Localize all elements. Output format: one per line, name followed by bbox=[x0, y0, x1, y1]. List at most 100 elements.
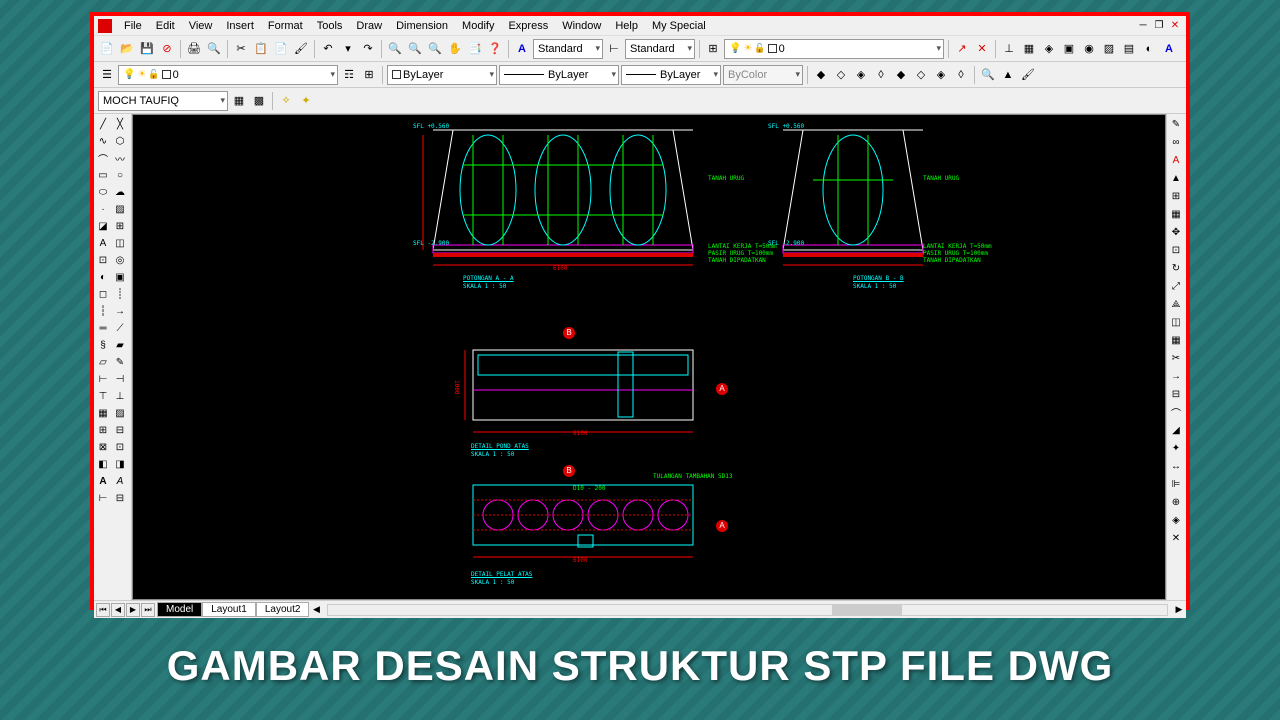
rt-scale-icon[interactable]: ⤢ bbox=[1168, 278, 1184, 294]
xline-icon[interactable]: ╳ bbox=[112, 116, 128, 132]
zoom-realtime-icon[interactable]: 🔍 bbox=[386, 40, 404, 58]
layer-prev-icon[interactable]: ☶ bbox=[340, 66, 358, 84]
rt-copy-icon[interactable]: ⊡ bbox=[1168, 242, 1184, 258]
save-icon[interactable]: 💾 bbox=[138, 40, 156, 58]
menu-window[interactable]: Window bbox=[556, 18, 607, 34]
close-file-icon[interactable]: ⊘ bbox=[158, 40, 176, 58]
arc-icon[interactable]: ⌒ bbox=[95, 150, 111, 166]
tool4-icon[interactable]: ▣ bbox=[1060, 40, 1078, 58]
menu-help[interactable]: Help bbox=[609, 18, 644, 34]
tool3-icon[interactable]: ◈ bbox=[1040, 40, 1058, 58]
minimize-icon[interactable]: ─ bbox=[1136, 20, 1150, 31]
dt3-icon[interactable]: ⊤ bbox=[95, 388, 111, 404]
menu-dimension[interactable]: Dimension bbox=[390, 18, 454, 34]
dimstyle-icon[interactable]: ⊢ bbox=[605, 40, 623, 58]
donut-icon[interactable]: ◎ bbox=[112, 252, 128, 268]
menu-edit[interactable]: Edit bbox=[150, 18, 181, 34]
rt-pedit-icon[interactable]: ◈ bbox=[1168, 512, 1184, 528]
text-icon[interactable]: A bbox=[95, 473, 111, 489]
pan-icon[interactable]: ✋ bbox=[446, 40, 464, 58]
lt4-icon[interactable]: ◊ bbox=[872, 66, 890, 84]
menu-file[interactable]: File bbox=[118, 18, 148, 34]
menu-tools[interactable]: Tools bbox=[311, 18, 349, 34]
undo-dropdown-icon[interactable]: ▾ bbox=[339, 40, 357, 58]
undo-icon[interactable]: ↶ bbox=[319, 40, 337, 58]
rt-text-icon[interactable]: A bbox=[1168, 152, 1184, 168]
rt-align-icon[interactable]: ⊫ bbox=[1168, 476, 1184, 492]
dt11-icon[interactable]: ◧ bbox=[95, 456, 111, 472]
match-icon[interactable]: 🖌 bbox=[292, 40, 310, 58]
menu-format[interactable]: Format bbox=[262, 18, 309, 34]
print-icon[interactable]: 🖨 bbox=[185, 40, 203, 58]
rt-mirror-icon[interactable]: ⟁ bbox=[1168, 296, 1184, 312]
circle-icon[interactable]: ○ bbox=[112, 167, 128, 183]
dim1-icon[interactable]: ▦ bbox=[230, 92, 248, 110]
redo-icon[interactable]: ↷ bbox=[359, 40, 377, 58]
trace-icon[interactable]: ▱ bbox=[95, 354, 111, 370]
rt-grid-icon[interactable]: ⊞ bbox=[1168, 188, 1184, 204]
menu-insert[interactable]: Insert bbox=[220, 18, 260, 34]
layer-manager-icon[interactable]: ☰ bbox=[98, 66, 116, 84]
menu-myspecial[interactable]: My Special bbox=[646, 18, 712, 34]
textstyle-dropdown[interactable]: Standard bbox=[533, 39, 603, 59]
tab-last-icon[interactable]: ⏭ bbox=[141, 603, 155, 617]
rt-move-icon[interactable]: ✥ bbox=[1168, 224, 1184, 240]
maximize-icon[interactable]: ❐ bbox=[1152, 20, 1166, 31]
lineweight-dropdown[interactable]: ByLayer bbox=[621, 65, 721, 85]
mline-icon[interactable]: ═ bbox=[95, 320, 111, 336]
tool7-icon[interactable]: ▤ bbox=[1120, 40, 1138, 58]
rt-chamfer-icon[interactable]: ◢ bbox=[1168, 422, 1184, 438]
rt-hatch-icon[interactable]: ▦ bbox=[1168, 206, 1184, 222]
dt12-icon[interactable]: ◨ bbox=[112, 456, 128, 472]
dt4-icon[interactable]: ⊥ bbox=[112, 388, 128, 404]
dt14-icon[interactable]: ⊟ bbox=[112, 490, 128, 506]
hatch-icon[interactable]: ▨ bbox=[112, 201, 128, 217]
layer-dropdown[interactable]: 💡☀🔓 0 bbox=[118, 65, 338, 85]
horizontal-scrollbar[interactable] bbox=[327, 604, 1168, 616]
paste-icon[interactable]: 📄 bbox=[272, 40, 290, 58]
measure-icon[interactable]: ┆ bbox=[95, 303, 111, 319]
tab-next-icon[interactable]: ▶ bbox=[126, 603, 140, 617]
drawing-viewport[interactable]: SFL +0.560 SFL -2.900 6100 TANAH URUG LA… bbox=[132, 114, 1166, 600]
textstyle-icon[interactable]: A bbox=[513, 40, 531, 58]
divide-icon[interactable]: ┊ bbox=[112, 286, 128, 302]
rt-link-icon[interactable]: ∞ bbox=[1168, 134, 1184, 150]
rectangle-icon[interactable]: ▭ bbox=[95, 167, 111, 183]
insert-icon[interactable]: ⊡ bbox=[95, 252, 111, 268]
rt-array-icon[interactable]: ▦ bbox=[1168, 332, 1184, 348]
lt10-icon[interactable]: ▲ bbox=[999, 66, 1017, 84]
tool2-icon[interactable]: ▦ bbox=[1020, 40, 1038, 58]
linetype-dropdown[interactable]: ByLayer bbox=[499, 65, 619, 85]
lt2-icon[interactable]: ◇ bbox=[832, 66, 850, 84]
dt10-icon[interactable]: ⊡ bbox=[112, 439, 128, 455]
dim2-icon[interactable]: ▩ bbox=[250, 92, 268, 110]
text2-icon[interactable]: A bbox=[112, 473, 128, 489]
rt-fillet-icon[interactable]: ⌒ bbox=[1168, 404, 1184, 420]
tool9-icon[interactable]: A bbox=[1160, 40, 1178, 58]
menu-view[interactable]: View bbox=[183, 18, 219, 34]
helix-icon[interactable]: § bbox=[95, 337, 111, 353]
color-dropdown[interactable]: ByLayer bbox=[387, 65, 497, 85]
rt-rotate-icon[interactable]: ↻ bbox=[1168, 260, 1184, 276]
erase-icon[interactable]: ✕ bbox=[973, 40, 991, 58]
tool5-icon[interactable]: ◉ bbox=[1080, 40, 1098, 58]
dt5-icon[interactable]: ▦ bbox=[95, 405, 111, 421]
boundary-icon[interactable]: ▣ bbox=[112, 269, 128, 285]
dim4-icon[interactable]: ✦ bbox=[297, 92, 315, 110]
tab-first-icon[interactable]: ⏮ bbox=[96, 603, 110, 617]
rt-tri-icon[interactable]: ▲ bbox=[1168, 170, 1184, 186]
point-icon[interactable]: · bbox=[95, 201, 111, 217]
plotstyle-dropdown[interactable]: ByColor bbox=[723, 65, 803, 85]
lt1-icon[interactable]: ◆ bbox=[812, 66, 830, 84]
lt6-icon[interactable]: ◇ bbox=[912, 66, 930, 84]
lt3-icon[interactable]: ◈ bbox=[852, 66, 870, 84]
solid-icon[interactable]: ▰ bbox=[112, 337, 128, 353]
revcloud-icon[interactable]: ☁ bbox=[112, 184, 128, 200]
lt8-icon[interactable]: ◊ bbox=[952, 66, 970, 84]
gradient-icon[interactable]: ◐ bbox=[95, 269, 111, 285]
spline-icon[interactable]: 〰 bbox=[112, 150, 128, 166]
menu-modify[interactable]: Modify bbox=[456, 18, 500, 34]
dt9-icon[interactable]: ⊠ bbox=[95, 439, 111, 455]
rt-break-icon[interactable]: ⊟ bbox=[1168, 386, 1184, 402]
rt-stretch-icon[interactable]: ↔ bbox=[1168, 458, 1184, 474]
